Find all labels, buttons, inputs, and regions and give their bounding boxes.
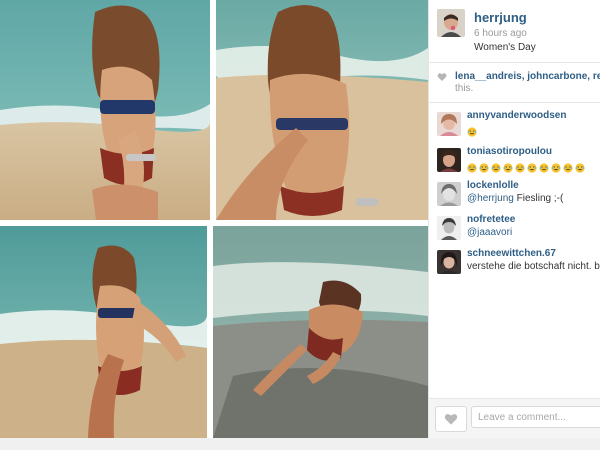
- crying-laughing-emoji-icon: [467, 127, 477, 137]
- commenter-avatar[interactable]: [437, 112, 461, 136]
- comment-username[interactable]: lockenlolle: [467, 180, 519, 191]
- comment-text: @herrjung Fiesling ;-(: [467, 193, 563, 204]
- comment-body: Fiesling ;-(: [513, 193, 564, 204]
- crying-laughing-emoji-icon: [479, 163, 489, 173]
- comment-emoji-row: [467, 123, 479, 141]
- divider: [429, 62, 600, 63]
- comment-username[interactable]: toniasotiropoulou: [467, 146, 552, 157]
- commenter-avatar[interactable]: [437, 216, 461, 240]
- crying-laughing-emoji-icon: [539, 163, 549, 173]
- comment-item: nofretetee @jaaavori: [437, 214, 600, 248]
- photo-tile-3: [0, 226, 207, 438]
- author-username[interactable]: herrjung: [474, 10, 527, 25]
- divider: [429, 102, 600, 103]
- commenter-avatar[interactable]: [437, 148, 461, 172]
- likes-tail: this.: [455, 83, 474, 94]
- crying-laughing-emoji-icon: [503, 163, 513, 173]
- photo-collage[interactable]: [0, 0, 428, 438]
- commenter-avatar[interactable]: [437, 182, 461, 206]
- crying-laughing-emoji-icon: [563, 163, 573, 173]
- bottom-strip: [0, 438, 600, 450]
- comment-username[interactable]: annyvanderwoodsen: [467, 110, 566, 121]
- comment-item: lockenlolle @herrjung Fiesling ;-(: [437, 180, 600, 214]
- crying-laughing-emoji-icon: [527, 163, 537, 173]
- comment-username[interactable]: schneewittchen.67: [467, 248, 556, 259]
- likes-names[interactable]: lena__andreis, johncarbone, renaa: [455, 71, 600, 83]
- post-header: herrjung 6 hours ago Women's Day: [437, 8, 600, 58]
- comment-item: annyvanderwoodsen: [437, 110, 600, 144]
- like-button[interactable]: [435, 406, 467, 432]
- comment-input[interactable]: [471, 406, 600, 428]
- crying-laughing-emoji-icon: [467, 163, 477, 173]
- photo-tile-4: [213, 226, 428, 438]
- comment-item: schneewittchen.67 verstehe die botschaft…: [437, 248, 600, 282]
- crying-laughing-emoji-icon: [551, 163, 561, 173]
- comment-username[interactable]: nofretetee: [467, 214, 515, 225]
- crying-laughing-emoji-icon: [491, 163, 501, 173]
- comment-text: @jaaavori: [467, 227, 512, 238]
- comment-emoji-row: [467, 159, 587, 177]
- comment-mention[interactable]: @jaaavori: [467, 227, 512, 238]
- photo-tile-1: [0, 0, 210, 220]
- comment-mention[interactable]: @herrjung: [467, 193, 514, 204]
- photo-tile-2: [216, 0, 428, 220]
- crying-laughing-emoji-icon: [515, 163, 525, 173]
- comment-item: toniasotiropoulou: [437, 146, 600, 180]
- post-sidebar: herrjung 6 hours ago Women's Day lena__a…: [428, 0, 600, 438]
- heart-icon: [437, 73, 447, 81]
- likes-summary: lena__andreis, johncarbone, renaa this.: [437, 68, 600, 98]
- crying-laughing-emoji-icon: [575, 163, 585, 173]
- post-caption: Women's Day: [474, 42, 536, 53]
- comment-text: verstehe die botschaft nicht. bi: [467, 261, 600, 272]
- commenter-avatar[interactable]: [437, 250, 461, 274]
- author-avatar[interactable]: [437, 9, 465, 37]
- post-timestamp: 6 hours ago: [474, 28, 527, 39]
- heart-icon: [444, 414, 458, 425]
- comment-footer: [429, 398, 600, 438]
